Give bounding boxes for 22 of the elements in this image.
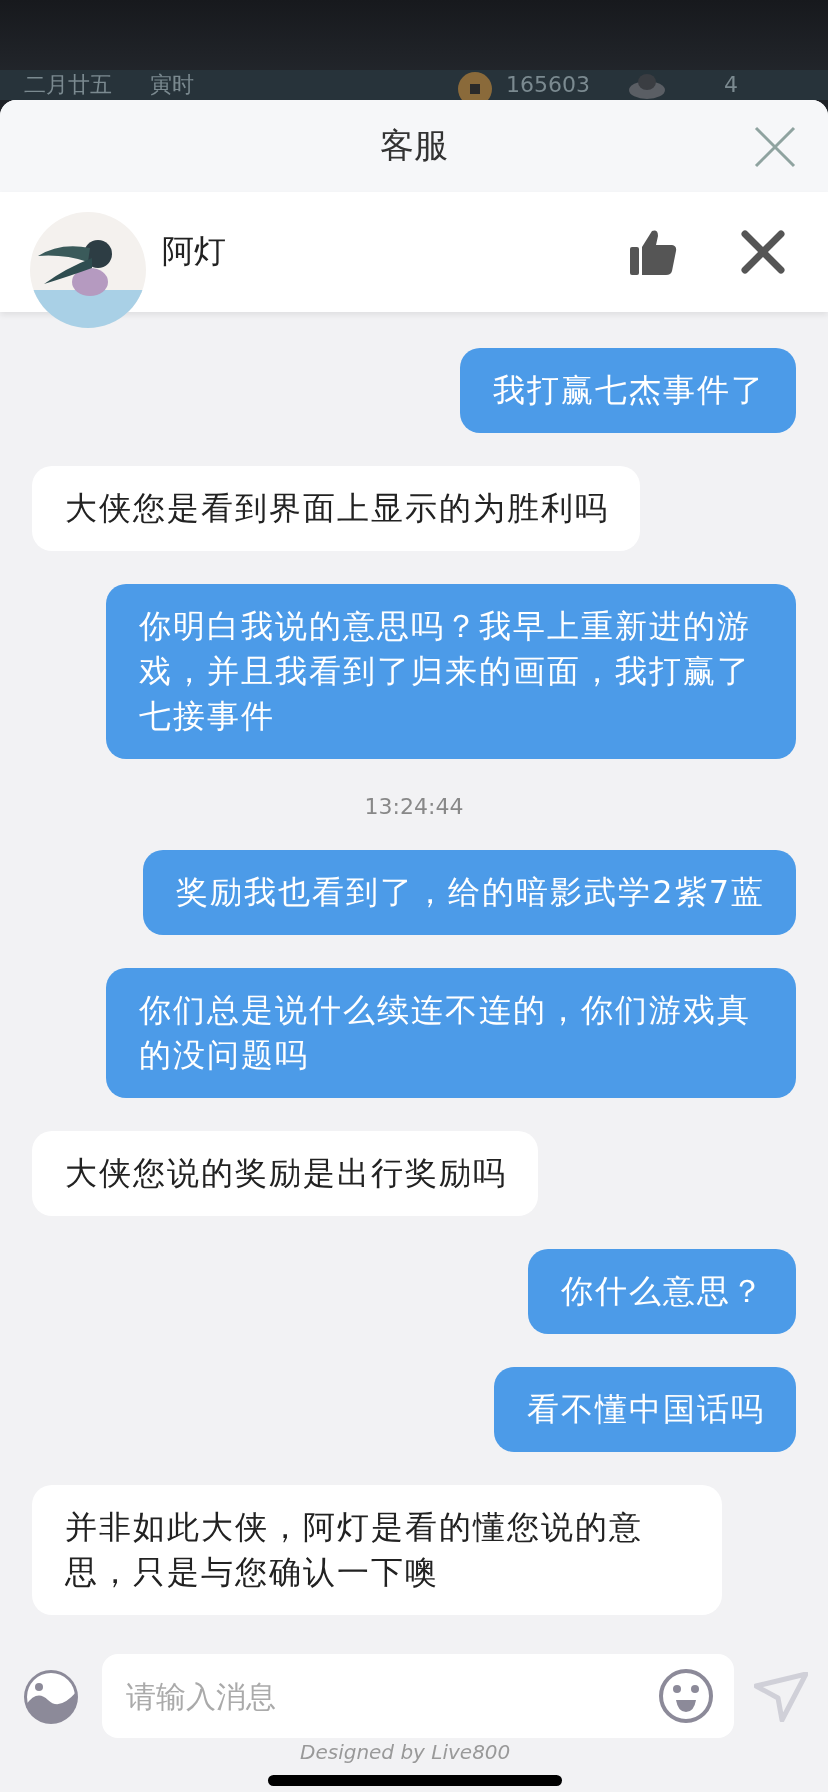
close-icon[interactable]: [738, 227, 788, 277]
sent-message: 奖励我也看到了，给的暗影武学2紫7蓝: [143, 850, 796, 935]
sent-message: 看不懂中国话吗: [494, 1367, 796, 1452]
ingot-count: 4: [724, 71, 738, 99]
timestamp: 13:24:44: [364, 794, 464, 819]
footer-credit: Designed by Live800: [300, 1740, 511, 1764]
dialog-title: 客服: [380, 124, 448, 167]
sent-message: 你们总是说什么续连不连的，你们游戏真的没问题吗: [106, 968, 796, 1098]
agent-name: 阿灯: [162, 231, 227, 272]
sent-message: 你明白我说的意思吗？我早上重新进的游戏，并且我看到了归来的画面，我打赢了七接事件: [106, 584, 796, 759]
coin-icon: [456, 70, 494, 100]
game-hour: 寅时: [150, 71, 194, 99]
sent-message: 你什么意思？: [528, 1249, 796, 1334]
message-input[interactable]: 请输入消息: [102, 1654, 734, 1738]
emoji-icon[interactable]: [658, 1668, 714, 1724]
coin-count: 165603: [506, 71, 590, 99]
received-message: 大侠您是看到界面上显示的为胜利吗: [32, 466, 640, 551]
game-date: 二月廿五: [24, 71, 112, 99]
received-message: 大侠您说的奖励是出行奖励吗: [32, 1131, 538, 1216]
received-message: 并非如此大侠，阿灯是看的懂您说的意思，只是与您确认一下噢: [32, 1485, 722, 1615]
sent-message: 我打赢七杰事件了: [460, 348, 796, 433]
image-icon[interactable]: [22, 1668, 80, 1726]
